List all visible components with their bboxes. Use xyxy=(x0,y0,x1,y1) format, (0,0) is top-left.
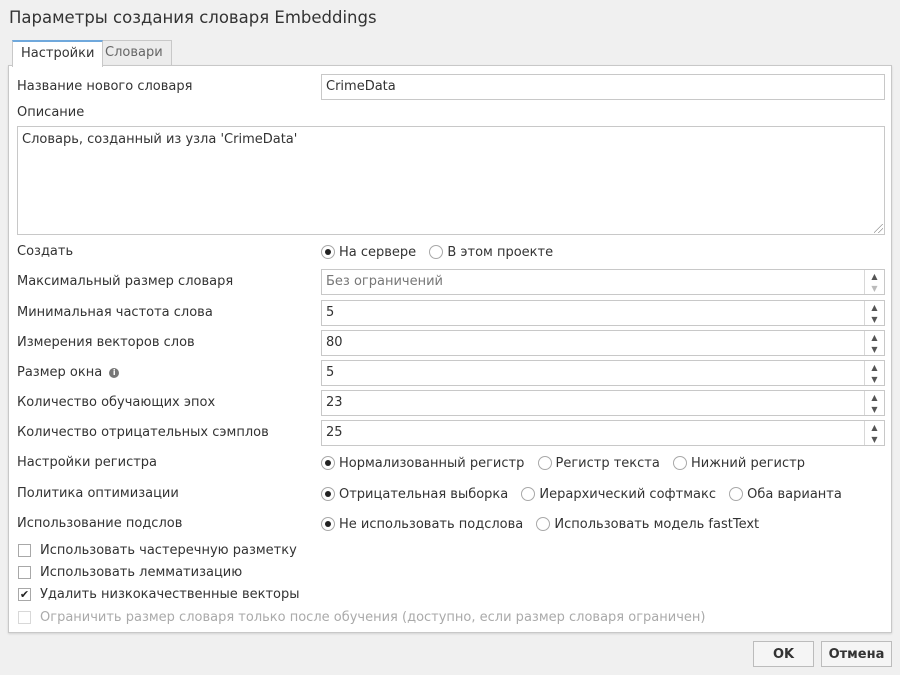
min-frequency-label: Минимальная частота слова xyxy=(17,305,213,320)
chevron-up-icon[interactable]: ▲ xyxy=(865,361,884,373)
checkbox-limit-after-training: Ограничить размер словаря только после о… xyxy=(18,609,705,625)
radio-text-case[interactable]: Регистр текста xyxy=(537,454,660,472)
vector-dims-stepper[interactable]: 80 ▲ ▼ xyxy=(321,330,885,356)
negative-samples-stepper[interactable]: 25 ▲ ▼ xyxy=(321,420,885,446)
radio-hierarchical-softmax[interactable]: Иерархический софтмакс xyxy=(521,485,716,503)
vector-dims-label: Измерения векторов слов xyxy=(17,335,195,350)
case-settings-radio-group: Нормализованный регистр Регистр текста Н… xyxy=(321,454,814,472)
create-radio-group: На сервере В этом проекте xyxy=(321,243,562,261)
radio-no-subwords[interactable]: Не использовать подслова xyxy=(321,515,523,533)
radio-fasttext[interactable]: Использовать модель fastText xyxy=(536,515,759,533)
description-text: Словарь, созданный из узла 'CrimeData' xyxy=(22,132,298,147)
epochs-value: 23 xyxy=(326,395,343,410)
radio-checked-icon xyxy=(321,517,335,531)
checkbox-disabled-icon xyxy=(18,610,31,624)
chevron-down-icon[interactable]: ▼ xyxy=(865,433,884,445)
spin-buttons: ▲ ▼ xyxy=(864,391,884,415)
spin-buttons: ▲ ▼ xyxy=(864,301,884,325)
radio-unchecked-icon xyxy=(537,456,552,470)
min-frequency-value: 5 xyxy=(326,305,335,320)
description-textarea[interactable]: Словарь, созданный из узла 'CrimeData' xyxy=(17,126,885,235)
radio-in-project[interactable]: В этом проекте xyxy=(429,243,553,261)
max-size-label: Максимальный размер словаря xyxy=(17,274,234,289)
radio-unchecked-icon xyxy=(729,487,744,501)
info-icon[interactable]: i xyxy=(109,368,120,378)
dictionary-name-input[interactable]: CrimeData xyxy=(321,74,885,100)
ok-button[interactable]: OK xyxy=(753,641,814,667)
chevron-down-icon[interactable]: ▼ xyxy=(865,403,884,415)
case-settings-label: Настройки регистра xyxy=(17,455,158,470)
radio-checked-icon xyxy=(321,456,335,470)
radio-normalized-case[interactable]: Нормализованный регистр xyxy=(321,454,524,472)
radio-checked-icon xyxy=(321,245,335,259)
max-size-placeholder: Без ограничений xyxy=(326,274,443,289)
radio-both-variants[interactable]: Оба варианта xyxy=(729,485,842,503)
epochs-label: Количество обучающих эпох xyxy=(17,395,216,410)
spin-buttons: ▲ ▼ xyxy=(864,421,884,445)
checkmark-icon: ✔ xyxy=(18,587,31,601)
chevron-up-icon[interactable]: ▲ xyxy=(865,421,884,433)
checkbox-pos-tagging[interactable]: Использовать частеречную разметку xyxy=(18,542,297,558)
spin-buttons: ▲ ▼ xyxy=(864,331,884,355)
radio-negative-sampling[interactable]: Отрицательная выборка xyxy=(321,485,508,503)
negative-samples-value: 25 xyxy=(326,425,343,440)
settings-panel: Название нового словаря CrimeData Описан… xyxy=(8,65,892,633)
optimization-radio-group: Отрицательная выборка Иерархический софт… xyxy=(321,485,851,503)
radio-unchecked-icon xyxy=(429,245,444,259)
subwords-radio-group: Не использовать подслова Использовать мо… xyxy=(321,515,768,533)
chevron-up-icon[interactable]: ▲ xyxy=(865,301,884,313)
radio-lower-case[interactable]: Нижний регистр xyxy=(672,454,805,472)
window-size-stepper[interactable]: 5 ▲ ▼ xyxy=(321,360,885,386)
window-size-value: 5 xyxy=(326,365,335,380)
spin-buttons: ▲ ▼ xyxy=(864,270,884,294)
tab-dictionaries[interactable]: Словари xyxy=(96,40,172,66)
spin-buttons: ▲ ▼ xyxy=(864,361,884,385)
negative-samples-label: Количество отрицательных сэмплов xyxy=(17,425,269,440)
vector-dims-value: 80 xyxy=(326,335,343,350)
chevron-up-icon[interactable]: ▲ xyxy=(865,270,884,282)
dictionary-name-label: Название нового словаря xyxy=(17,79,193,94)
radio-unchecked-icon xyxy=(536,517,551,531)
description-label: Описание xyxy=(17,105,85,120)
window-size-label: Размер окна i xyxy=(17,365,120,380)
chevron-down-icon[interactable]: ▼ xyxy=(865,313,884,325)
epochs-stepper[interactable]: 23 ▲ ▼ xyxy=(321,390,885,416)
chevron-up-icon[interactable]: ▲ xyxy=(865,331,884,343)
radio-on-server[interactable]: На сервере xyxy=(321,243,416,261)
checkbox-lemmatization[interactable]: Использовать лемматизацию xyxy=(18,564,242,580)
max-size-stepper[interactable]: Без ограничений ▲ ▼ xyxy=(321,269,885,295)
create-label: Создать xyxy=(17,244,74,259)
tab-settings[interactable]: Настройки xyxy=(12,40,104,67)
chevron-down-icon[interactable]: ▼ xyxy=(865,282,884,294)
cancel-button[interactable]: Отмена xyxy=(821,641,892,667)
subwords-label: Использование подслов xyxy=(17,516,183,531)
resize-grip-icon[interactable] xyxy=(874,224,883,233)
optimization-label: Политика оптимизации xyxy=(17,486,179,501)
min-frequency-stepper[interactable]: 5 ▲ ▼ xyxy=(321,300,885,326)
checkbox-unchecked-icon xyxy=(18,565,31,579)
checkbox-remove-low-quality[interactable]: ✔ Удалить низкокачественные векторы xyxy=(18,586,300,602)
chevron-down-icon[interactable]: ▼ xyxy=(865,343,884,355)
checkbox-unchecked-icon xyxy=(18,543,31,557)
chevron-up-icon[interactable]: ▲ xyxy=(865,391,884,403)
chevron-down-icon[interactable]: ▼ xyxy=(865,373,884,385)
radio-unchecked-icon xyxy=(521,487,536,501)
radio-unchecked-icon xyxy=(672,456,687,470)
radio-checked-icon xyxy=(321,487,335,501)
dialog-title: Параметры создания словаря Embeddings xyxy=(9,8,377,27)
